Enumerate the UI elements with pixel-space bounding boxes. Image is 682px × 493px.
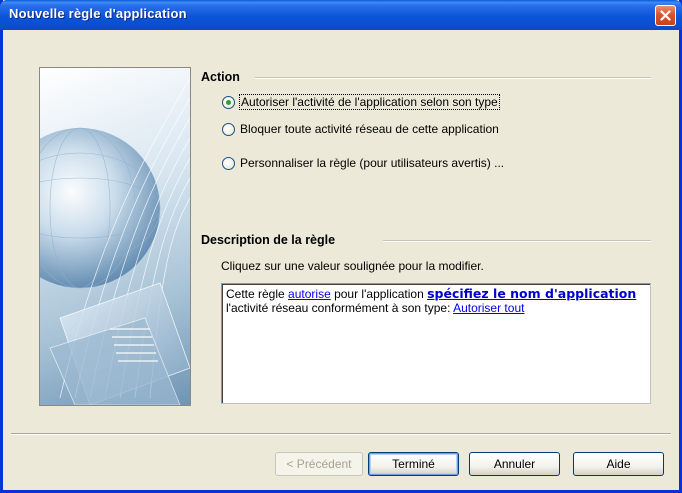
description-line-1: Cette règle autorise pour l'application … [226, 286, 646, 302]
finish-button[interactable]: Terminé [368, 452, 459, 476]
description-text-type-prefix: l'activité réseau conformément à son typ… [226, 301, 454, 315]
activity-type-link[interactable]: Autoriser tout [453, 301, 524, 315]
radio-allow-by-type[interactable]: Autoriser l'activité de l'application se… [222, 94, 500, 110]
globe-illustration-icon [40, 77, 190, 405]
action-group-title: Action [201, 70, 240, 84]
radio-block-all-label[interactable]: Bloquer toute activité réseau de cette a… [240, 122, 499, 136]
radio-block-all[interactable]: Bloquer toute activité réseau de cette a… [222, 122, 499, 136]
description-group-divider [383, 240, 651, 242]
cancel-button[interactable]: Annuler [469, 452, 560, 476]
description-hint: Cliquez sur une valeur soulignée pour la… [221, 259, 484, 273]
action-link[interactable]: autorise [288, 287, 331, 301]
radio-customize-rule-indicator[interactable] [222, 156, 235, 170]
application-name-link[interactable]: spécifiez le nom d'application [427, 286, 636, 301]
radio-customize-rule[interactable]: Personnaliser la règle (pour utilisateur… [222, 156, 504, 170]
dialog-window: Nouvelle règle d'application Action Auto… [0, 0, 682, 493]
rule-description-box[interactable]: Cette règle autorise pour l'application … [221, 283, 651, 404]
radio-block-all-indicator[interactable] [222, 122, 235, 136]
radio-allow-by-type-label[interactable]: Autoriser l'activité de l'application se… [239, 94, 500, 110]
radio-customize-rule-label[interactable]: Personnaliser la règle (pour utilisateur… [240, 156, 504, 170]
description-group-title: Description de la règle [201, 233, 336, 247]
title-bar[interactable]: Nouvelle règle d'application [0, 0, 682, 30]
wizard-illustration [39, 67, 191, 406]
close-icon [660, 10, 671, 21]
close-button[interactable] [655, 5, 676, 26]
footer-divider [11, 433, 671, 435]
description-text-middle: pour l'application [330, 287, 428, 301]
description-line-2: l'activité réseau conformément à son typ… [226, 301, 646, 315]
help-button[interactable]: Aide [573, 452, 664, 476]
radio-allow-by-type-indicator[interactable] [222, 95, 235, 109]
previous-button[interactable]: < Précédent [275, 452, 363, 476]
window-title: Nouvelle règle d'application [9, 6, 187, 21]
description-text-prefix: Cette règle [226, 287, 289, 301]
action-group-divider [255, 77, 651, 79]
